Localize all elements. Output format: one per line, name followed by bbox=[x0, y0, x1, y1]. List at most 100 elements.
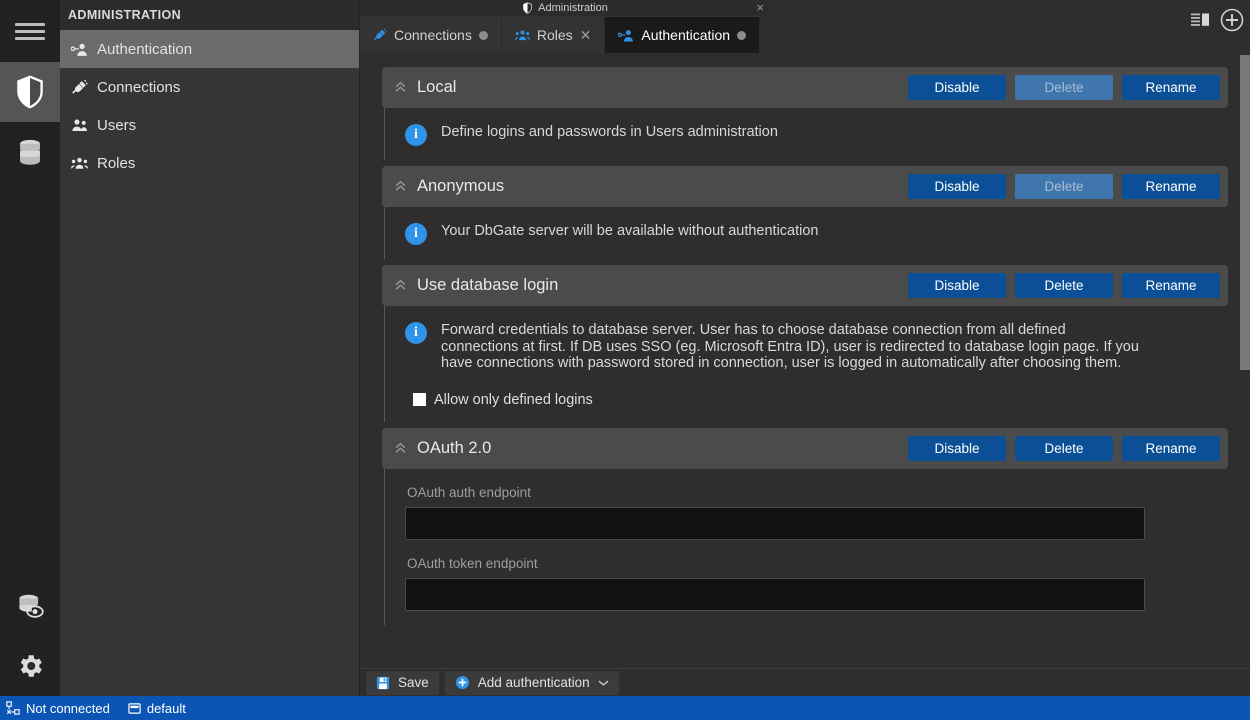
section-title: Use database login bbox=[417, 276, 559, 294]
delete-button: Delete bbox=[1015, 75, 1113, 100]
chevron-collapse-icon[interactable] bbox=[394, 81, 407, 94]
sidebar: ADMINISTRATION Authentication Connection… bbox=[60, 0, 360, 696]
chevron-collapse-icon[interactable] bbox=[394, 279, 407, 292]
hamburger-menu-button[interactable] bbox=[0, 0, 60, 62]
plug-icon bbox=[70, 78, 88, 96]
close-icon[interactable]: × bbox=[756, 1, 764, 15]
users-icon bbox=[70, 116, 88, 134]
database-icon bbox=[20, 139, 40, 165]
status-connection-label: Not connected bbox=[26, 700, 110, 716]
rail-item-databases[interactable] bbox=[0, 122, 60, 182]
status-database[interactable]: default bbox=[128, 701, 186, 716]
section-button-row: Disable Delete Rename bbox=[908, 273, 1220, 298]
delete-button[interactable]: Delete bbox=[1015, 273, 1113, 298]
section-header: Anonymous Disable Delete Rename bbox=[382, 166, 1228, 207]
oauth-token-endpoint-input[interactable] bbox=[405, 577, 1145, 611]
tabgroup-title-bar: Administration × bbox=[360, 0, 770, 17]
tab-strip-filler bbox=[760, 17, 770, 53]
section-body: OAuth auth endpoint OAuth token endpoint bbox=[384, 468, 1228, 625]
tab-authentication[interactable]: Authentication bbox=[605, 17, 761, 53]
tab-roles[interactable]: Roles ✕ bbox=[501, 17, 606, 53]
allow-defined-logins-row: Allow only defined logins bbox=[413, 392, 1228, 408]
vertical-scrollbar[interactable] bbox=[1238, 53, 1250, 670]
chevron-collapse-icon[interactable] bbox=[394, 180, 407, 193]
plug-icon bbox=[373, 28, 387, 41]
database-eye-icon bbox=[19, 594, 44, 618]
scrollbar-thumb[interactable] bbox=[1240, 55, 1250, 370]
sidebar-item-label: Roles bbox=[97, 154, 136, 172]
rail-item-administration[interactable] bbox=[0, 62, 60, 122]
info-text: Forward credentials to database server. … bbox=[441, 322, 1139, 371]
add-authentication-button[interactable]: Add authentication bbox=[444, 670, 619, 695]
add-authentication-label: Add authentication bbox=[477, 675, 590, 690]
section-body: i Forward credentials to database server… bbox=[384, 306, 1228, 422]
section-title: OAuth 2.0 bbox=[417, 438, 492, 457]
tab-connections[interactable]: Connections bbox=[360, 17, 502, 53]
bottom-toolbar: Save Add authentication bbox=[360, 668, 1250, 696]
rename-button[interactable]: Rename bbox=[1122, 75, 1220, 100]
save-icon bbox=[376, 676, 390, 689]
section-header: Use database login Disable Delete Rename bbox=[382, 265, 1228, 306]
section-title: Anonymous bbox=[417, 177, 505, 195]
info-text: Your DbGate server will be available wit… bbox=[441, 223, 819, 239]
rename-button[interactable]: Rename bbox=[1122, 273, 1220, 298]
field-spacer bbox=[405, 540, 1228, 556]
auth-section-local: Local Disable Delete Rename i Define log… bbox=[382, 67, 1228, 160]
sidebar-item-authentication[interactable]: Authentication bbox=[60, 30, 359, 68]
tab-label: Roles bbox=[536, 27, 573, 43]
sidebar-item-roles[interactable]: Roles bbox=[60, 144, 359, 182]
info-icon: i bbox=[405, 124, 427, 146]
tabgroup-title: Administration bbox=[538, 2, 608, 14]
status-connection[interactable]: Not connected bbox=[6, 701, 110, 716]
allow-defined-logins-checkbox[interactable] bbox=[413, 393, 426, 406]
rail-item-db-preview[interactable] bbox=[0, 576, 60, 636]
sidebar-item-users[interactable]: Users bbox=[60, 106, 359, 144]
layout-panels-icon[interactable] bbox=[1190, 11, 1212, 29]
rename-button[interactable]: Rename bbox=[1122, 435, 1220, 461]
app-root: ADMINISTRATION Authentication Connection… bbox=[0, 0, 1250, 720]
delete-button: Delete bbox=[1015, 174, 1113, 199]
section-title: Local bbox=[417, 78, 457, 96]
oauth-token-endpoint-label: OAuth token endpoint bbox=[407, 555, 538, 571]
section-body: i Define logins and passwords in Users a… bbox=[384, 108, 1228, 160]
sidebar-item-connections[interactable]: Connections bbox=[60, 68, 359, 106]
info-row: i Define logins and passwords in Users a… bbox=[405, 124, 1228, 146]
sidebar-item-label: Connections bbox=[97, 78, 181, 96]
unsaved-dot-icon[interactable] bbox=[478, 30, 488, 40]
auth-section-use-database-login: Use database login Disable Delete Rename… bbox=[382, 265, 1228, 422]
info-row: i Forward credentials to database server… bbox=[405, 322, 1228, 372]
oauth-auth-endpoint-label: OAuth auth endpoint bbox=[407, 484, 531, 500]
roles-icon bbox=[514, 30, 530, 41]
auth-section-oauth2: OAuth 2.0 Disable Delete Rename OAuth au… bbox=[382, 427, 1228, 625]
icon-rail bbox=[0, 0, 60, 696]
info-row: i Your DbGate server will be available w… bbox=[405, 223, 1228, 245]
chevron-collapse-icon[interactable] bbox=[394, 442, 407, 455]
disable-button[interactable]: Disable bbox=[908, 174, 1006, 199]
rail-item-settings[interactable] bbox=[0, 636, 60, 696]
status-database-label: default bbox=[146, 700, 186, 716]
section-button-row: Disable Delete Rename bbox=[908, 174, 1220, 199]
tab-close-icon[interactable]: ✕ bbox=[580, 27, 592, 44]
sidebar-item-label: Users bbox=[97, 116, 137, 134]
add-circle-icon[interactable] bbox=[1220, 8, 1244, 32]
hamburger-icon bbox=[15, 19, 45, 44]
rename-button[interactable]: Rename bbox=[1122, 174, 1220, 199]
top-right-actions bbox=[1190, 8, 1244, 32]
tab-strip: Connections Roles ✕ Authentication bbox=[360, 17, 770, 53]
database-small-icon bbox=[128, 702, 141, 714]
content-scroll-area: Local Disable Delete Rename i Define log… bbox=[360, 53, 1250, 670]
user-key-icon bbox=[70, 40, 88, 58]
delete-button[interactable]: Delete bbox=[1015, 435, 1113, 461]
disable-button[interactable]: Disable bbox=[908, 273, 1006, 298]
save-button-label: Save bbox=[398, 675, 429, 690]
oauth-auth-endpoint-input[interactable] bbox=[405, 506, 1145, 540]
disable-button[interactable]: Disable bbox=[908, 75, 1006, 100]
save-button[interactable]: Save bbox=[366, 670, 439, 695]
content-inner: Local Disable Delete Rename i Define log… bbox=[360, 53, 1250, 625]
unsaved-dot-icon[interactable] bbox=[737, 30, 747, 40]
disable-button[interactable]: Disable bbox=[908, 435, 1006, 461]
main-area: Administration × Connections Roles ✕ Aut… bbox=[360, 0, 1250, 696]
auth-section-anonymous: Anonymous Disable Delete Rename i Your D… bbox=[382, 166, 1228, 259]
tab-label: Authentication bbox=[641, 27, 731, 43]
status-bar: Not connected default bbox=[0, 696, 1250, 720]
